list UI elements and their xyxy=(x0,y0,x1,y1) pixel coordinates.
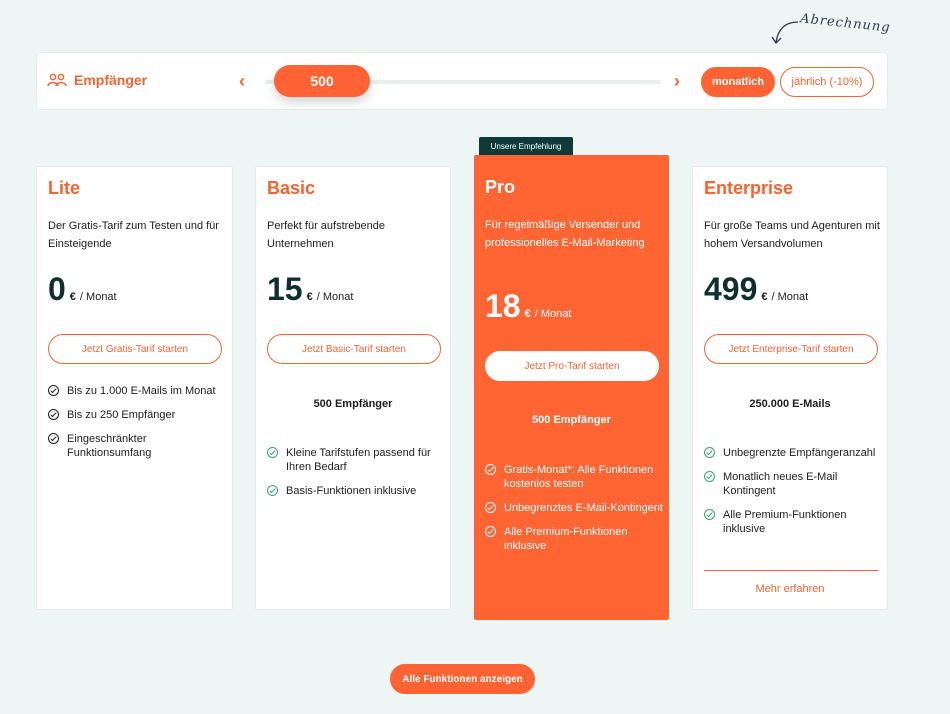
check-circle-icon xyxy=(48,409,59,420)
feature-text: Bis zu 250 Empfänger xyxy=(67,409,176,421)
recipients-label-text: Empfänger xyxy=(74,72,148,88)
feature-text: Gratis-Monat*: Alle Funktionen kostenlos… xyxy=(504,464,654,490)
check-circle-icon xyxy=(704,447,715,458)
price-amount: 0 xyxy=(48,271,66,307)
price-currency: € xyxy=(761,291,768,303)
list-item: Alle Premium-Funktionen inklusive xyxy=(485,525,665,553)
feature-text: Basis-Funktionen inklusive xyxy=(286,485,417,497)
plan-card-basic: Basic Perfekt für aufstrebende Unternehm… xyxy=(255,166,451,610)
billing-monthly-button[interactable]: monatlich xyxy=(701,67,775,97)
price-amount: 15 xyxy=(267,271,303,307)
plan-price: 499 € / Monat xyxy=(704,271,808,308)
feature-list: Kleine Tarifstufen passend für Ihren Bed… xyxy=(267,446,447,508)
feature-list: Gratis-Monat*: Alle Funktionen kostenlos… xyxy=(485,463,665,563)
slider-thumb[interactable]: 500 xyxy=(274,65,370,97)
check-circle-icon xyxy=(485,502,496,513)
curved-arrow-icon xyxy=(771,21,799,45)
recipient-count: 500 Empfänger xyxy=(532,414,611,426)
price-currency: € xyxy=(524,308,531,320)
feature-text: Alle Premium-Funktionen inklusive xyxy=(504,526,628,552)
check-circle-icon xyxy=(48,385,59,396)
list-item: Eingeschränkter Funktionsumfang xyxy=(48,432,228,460)
list-item: Bis zu 1.000 E-Mails im Monat xyxy=(48,384,228,398)
email-count: 250.000 E-Mails xyxy=(749,398,831,410)
plan-description: Für regelmäßige Versender und profession… xyxy=(485,219,645,249)
check-circle-icon xyxy=(267,485,278,496)
billing-yearly-button[interactable]: jährlich (-10%) xyxy=(780,67,874,97)
feature-text: Monatlich neues E-Mail Kontingent xyxy=(723,471,838,497)
plan-title: Enterprise xyxy=(704,178,794,198)
feature-text: Unbegrenzte Empfängeranzahl xyxy=(723,447,876,459)
feature-text: Bis zu 1.000 E-Mails im Monat xyxy=(67,385,216,397)
feature-text: Alle Premium-Funktionen inklusive xyxy=(723,509,847,535)
recipients-label: Empfänger xyxy=(47,72,147,88)
price-currency: € xyxy=(306,291,313,303)
price-unit: / Monat xyxy=(534,308,572,320)
billing-hint-text: Abrechnung xyxy=(799,11,892,36)
list-item: Monatlich neues E-Mail Kontingent xyxy=(704,470,884,498)
list-item: Gratis-Monat*: Alle Funktionen kostenlos… xyxy=(485,463,665,491)
start-basic-button[interactable]: Jetzt Basic-Tarif starten xyxy=(267,334,441,364)
recommendation-badge: Unsere Empfehlung xyxy=(479,137,573,155)
price-amount: 18 xyxy=(485,288,521,324)
plan-card-enterprise: Enterprise Für große Teams und Agenturen… xyxy=(692,166,888,610)
plan-description: Für große Teams und Agenturen mit hohem … xyxy=(704,220,880,250)
plan-price: 0 € / Monat xyxy=(48,271,117,308)
start-pro-button[interactable]: Jetzt Pro-Tarif starten xyxy=(485,351,659,381)
list-item: Basis-Funktionen inklusive xyxy=(267,484,447,498)
list-item: Bis zu 250 Empfänger xyxy=(48,408,228,422)
check-circle-icon xyxy=(704,509,715,520)
list-item: Unbegrenztes E-Mail-Kontingent xyxy=(485,501,665,515)
show-all-features-button[interactable]: Alle Funktionen anzeigen xyxy=(390,664,535,694)
plan-card-lite: Lite Der Gratis-Tarif zum Testen und für… xyxy=(36,166,233,610)
price-unit: / Monat xyxy=(771,291,809,303)
plan-title: Basic xyxy=(267,178,316,198)
recipient-selector-bar: Empfänger ‹ 500 › monatlich jährlich (-1… xyxy=(36,52,888,110)
price-unit: / Monat xyxy=(316,291,354,303)
plan-description: Perfekt für aufstrebende Unternehmen xyxy=(267,220,386,250)
check-circle-icon xyxy=(267,447,278,458)
learn-more-link[interactable]: Mehr erfahren xyxy=(693,583,887,595)
feature-list: Unbegrenzte Empfängeranzahl Monatlich ne… xyxy=(704,446,884,546)
list-item: Unbegrenzte Empfängeranzahl xyxy=(704,446,884,460)
check-circle-icon xyxy=(485,464,496,475)
list-item: Alle Premium-Funktionen inklusive xyxy=(704,508,884,536)
plan-price: 18 € / Monat xyxy=(485,288,571,325)
price-amount: 499 xyxy=(704,271,758,307)
plan-description: Der Gratis-Tarif zum Testen und für Eins… xyxy=(48,220,219,250)
start-enterprise-button[interactable]: Jetzt Enterprise-Tarif starten xyxy=(704,334,878,364)
list-item: Kleine Tarifstufen passend für Ihren Bed… xyxy=(267,446,447,474)
users-icon xyxy=(47,73,67,87)
check-circle-icon xyxy=(48,433,59,444)
check-circle-icon xyxy=(704,471,715,482)
feature-text: Eingeschränkter Funktionsumfang xyxy=(67,433,152,459)
check-circle-icon xyxy=(485,526,496,537)
feature-list: Bis zu 1.000 E-Mails im Monat Bis zu 250… xyxy=(48,384,228,470)
plan-title: Pro xyxy=(485,177,516,197)
chevron-left-icon[interactable]: ‹ xyxy=(239,71,245,92)
price-currency: € xyxy=(69,291,76,303)
billing-hint: Abrechnung xyxy=(770,11,892,48)
chevron-right-icon[interactable]: › xyxy=(674,71,680,92)
price-unit: / Monat xyxy=(79,291,117,303)
feature-text: Unbegrenztes E-Mail-Kontingent xyxy=(504,502,663,514)
plan-card-pro: Pro Für regelmäßige Versender und profes… xyxy=(474,155,669,620)
divider xyxy=(704,570,878,571)
start-lite-button[interactable]: Jetzt Gratis-Tarif starten xyxy=(48,334,222,364)
recipient-count: 500 Empfänger xyxy=(313,398,393,410)
plan-title: Lite xyxy=(48,178,81,198)
feature-text: Kleine Tarifstufen passend für Ihren Bed… xyxy=(286,447,431,473)
plan-price: 15 € / Monat xyxy=(267,271,353,308)
